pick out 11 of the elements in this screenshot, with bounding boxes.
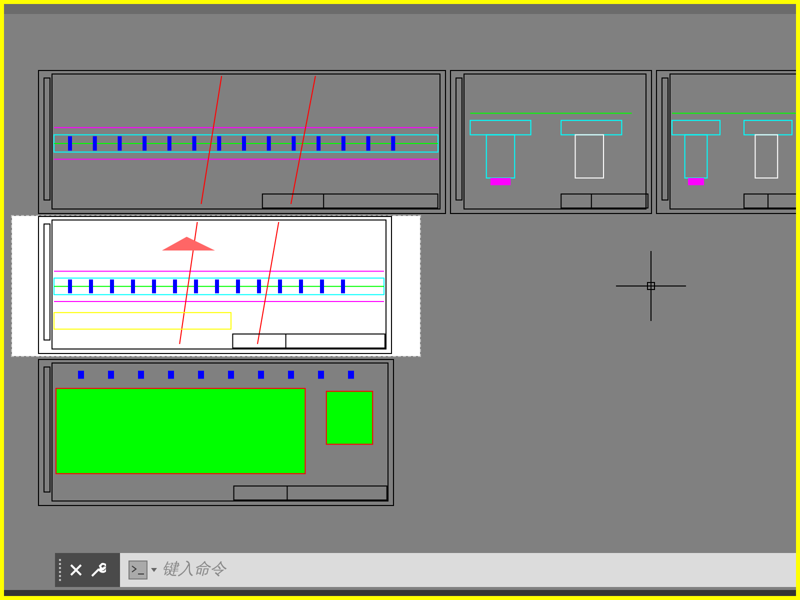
- wrench-icon[interactable]: [90, 562, 106, 578]
- drawing-sheet[interactable]: [12, 216, 420, 356]
- grip-icon[interactable]: [59, 559, 62, 581]
- drawing-sheet[interactable]: [38, 359, 394, 506]
- drawing-sheet[interactable]: [656, 70, 796, 214]
- close-icon[interactable]: [70, 564, 82, 576]
- drawing-sheet[interactable]: [38, 70, 446, 214]
- crosshair-cursor-icon: [616, 251, 686, 321]
- drawing-sheet[interactable]: [450, 70, 652, 214]
- command-field[interactable]: 键入命令: [162, 558, 562, 582]
- prompt-icon[interactable]: [128, 560, 158, 580]
